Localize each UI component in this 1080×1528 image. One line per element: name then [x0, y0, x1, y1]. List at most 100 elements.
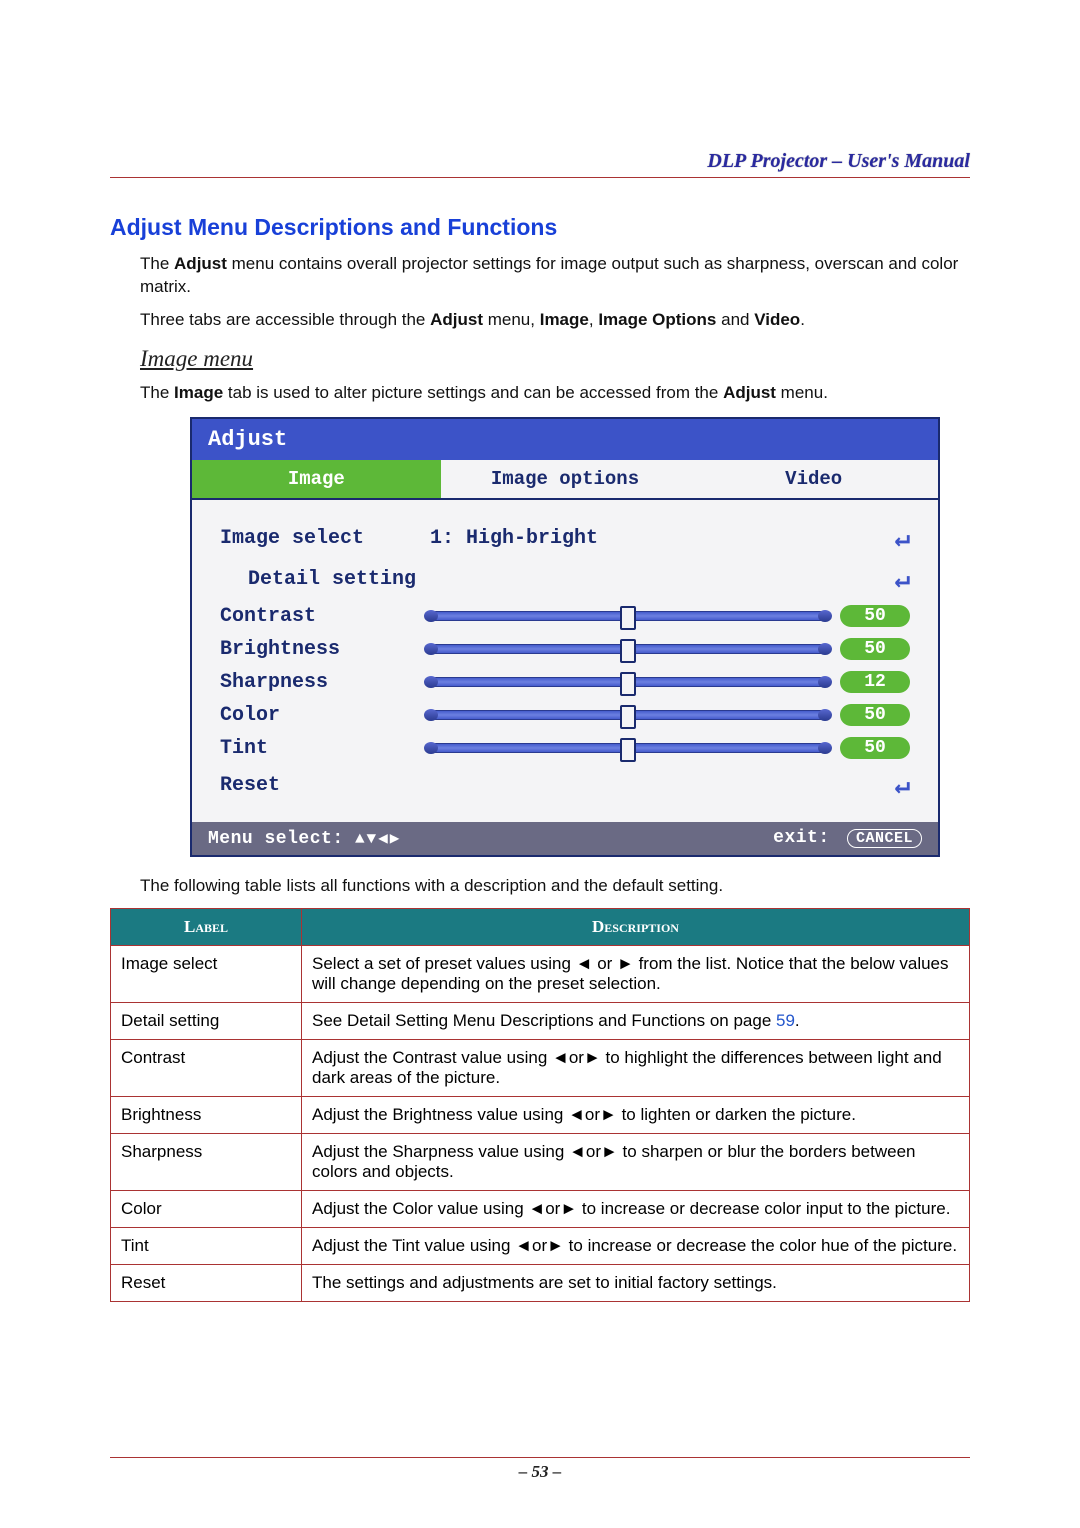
slider-thumb[interactable]: [620, 639, 636, 663]
page-ref-link[interactable]: 59: [776, 1011, 795, 1030]
slider-color[interactable]: [430, 710, 826, 720]
readout-tint: 50: [840, 737, 910, 759]
text-bold: Adjust: [174, 254, 227, 273]
cell-desc: Adjust the Color value using ◄or► to inc…: [302, 1190, 970, 1227]
table-intro: The following table lists all functions …: [140, 875, 970, 898]
th-description: Description: [302, 908, 970, 945]
text: The: [140, 254, 174, 273]
table-row: SharpnessAdjust the Sharpness value usin…: [111, 1133, 970, 1190]
cell-label: Contrast: [111, 1039, 302, 1096]
enter-icon: ↵: [870, 564, 910, 595]
text-bold: Video: [754, 310, 800, 329]
text: menu,: [483, 310, 540, 329]
cell-desc: Adjust the Tint value using ◄or► to incr…: [302, 1227, 970, 1264]
table-row: ContrastAdjust the Contrast value using …: [111, 1039, 970, 1096]
text-bold: Image: [540, 310, 589, 329]
text-bold: Adjust: [430, 310, 483, 329]
footer-exit-label: exit:: [773, 828, 830, 848]
row-color[interactable]: Color 50: [220, 699, 910, 732]
manual-page: DLP Projector – User's Manual Adjust Men…: [0, 0, 1080, 1528]
readout-contrast: 50: [840, 605, 910, 627]
slider-thumb[interactable]: [620, 738, 636, 762]
section-heading: Adjust Menu Descriptions and Functions: [110, 214, 970, 241]
text: tab is used to alter picture settings an…: [223, 383, 723, 402]
arrow-icons: ▲▼◀▶: [355, 830, 401, 848]
label-brightness: Brightness: [220, 638, 420, 661]
osd-title: Adjust: [192, 419, 938, 460]
cell-label: Image select: [111, 945, 302, 1002]
cell-desc: See Detail Setting Menu Descriptions and…: [302, 1002, 970, 1039]
cell-desc: Adjust the Sharpness value using ◄or► to…: [302, 1133, 970, 1190]
page-number: – 53 –: [0, 1462, 1080, 1482]
tab-image[interactable]: Image: [192, 460, 441, 498]
th-label: Label: [111, 908, 302, 945]
osd-panel: Adjust Image Image options Video Image s…: [190, 417, 940, 857]
slider-thumb[interactable]: [620, 705, 636, 729]
row-image-select[interactable]: Image select 1: High-bright ↵: [220, 518, 910, 559]
header-rule: [110, 177, 970, 178]
table-row: Detail setting See Detail Setting Menu De…: [111, 1002, 970, 1039]
row-sharpness[interactable]: Sharpness 12: [220, 666, 910, 699]
table-row: Image selectSelect a set of preset value…: [111, 945, 970, 1002]
label-detail-setting: Detail setting: [220, 568, 448, 591]
enter-icon: ↵: [870, 523, 910, 554]
image-menu-intro: The Image tab is used to alter picture s…: [140, 382, 970, 405]
table-row: ResetThe settings and adjustments are se…: [111, 1264, 970, 1301]
enter-icon: ↵: [870, 770, 910, 801]
row-contrast[interactable]: Contrast 50: [220, 600, 910, 633]
text: The: [140, 383, 174, 402]
cell-label: Detail setting: [111, 1002, 302, 1039]
row-detail-setting[interactable]: Detail setting ↵: [220, 559, 910, 600]
page-header-title: DLP Projector – User's Manual: [110, 150, 970, 173]
sub-heading-image-menu: Image menu: [140, 346, 970, 372]
label-color: Color: [220, 704, 420, 727]
text: and: [716, 310, 754, 329]
slider-sharpness[interactable]: [430, 677, 826, 687]
text: Three tabs are accessible through the: [140, 310, 430, 329]
slider-tint[interactable]: [430, 743, 826, 753]
text-bold: Adjust: [723, 383, 776, 402]
row-brightness[interactable]: Brightness 50: [220, 633, 910, 666]
readout-sharpness: 12: [840, 671, 910, 693]
text: .: [800, 310, 805, 329]
text: See Detail Setting Menu Descriptions and…: [312, 1011, 776, 1030]
label-tint: Tint: [220, 737, 420, 760]
intro-paragraph-1: The Adjust menu contains overall project…: [140, 253, 970, 299]
text: .: [795, 1011, 800, 1030]
row-reset[interactable]: Reset ↵: [220, 765, 910, 806]
osd-tabs: Image Image options Video: [192, 460, 938, 500]
value-image-select: 1: High-bright: [420, 527, 870, 550]
row-tint[interactable]: Tint 50: [220, 732, 910, 765]
cell-label: Tint: [111, 1227, 302, 1264]
cell-label: Sharpness: [111, 1133, 302, 1190]
readout-brightness: 50: [840, 638, 910, 660]
cell-desc: The settings and adjustments are set to …: [302, 1264, 970, 1301]
intro-paragraph-2: Three tabs are accessible through the Ad…: [140, 309, 970, 332]
tab-image-options[interactable]: Image options: [441, 460, 690, 498]
label-sharpness: Sharpness: [220, 671, 420, 694]
cell-label: Reset: [111, 1264, 302, 1301]
osd-body: Image select 1: High-bright ↵ Detail set…: [192, 500, 938, 822]
tab-video[interactable]: Video: [689, 460, 938, 498]
footer-menu-select: Menu select:: [208, 829, 344, 849]
cell-desc: Adjust the Brightness value using ◄or► t…: [302, 1096, 970, 1133]
text-bold: Image: [174, 383, 223, 402]
label-reset: Reset: [220, 774, 420, 797]
slider-thumb[interactable]: [620, 672, 636, 696]
cell-label: Color: [111, 1190, 302, 1227]
osd-footer: Menu select: ▲▼◀▶ exit: CANCEL: [192, 822, 938, 855]
slider-contrast[interactable]: [430, 611, 826, 621]
label-image-select: Image select: [220, 527, 420, 550]
cancel-button[interactable]: CANCEL: [847, 829, 922, 848]
text-bold: Image Options: [598, 310, 716, 329]
slider-brightness[interactable]: [430, 644, 826, 654]
table-row: BrightnessAdjust the Brightness value us…: [111, 1096, 970, 1133]
cell-desc: Select a set of preset values using ◄ or…: [302, 945, 970, 1002]
slider-thumb[interactable]: [620, 606, 636, 630]
text: menu.: [776, 383, 828, 402]
label-contrast: Contrast: [220, 605, 420, 628]
table-row: TintAdjust the Tint value using ◄or► to …: [111, 1227, 970, 1264]
readout-color: 50: [840, 704, 910, 726]
text: menu contains overall projector settings…: [140, 254, 958, 296]
description-table: Label Description Image selectSelect a s…: [110, 908, 970, 1302]
